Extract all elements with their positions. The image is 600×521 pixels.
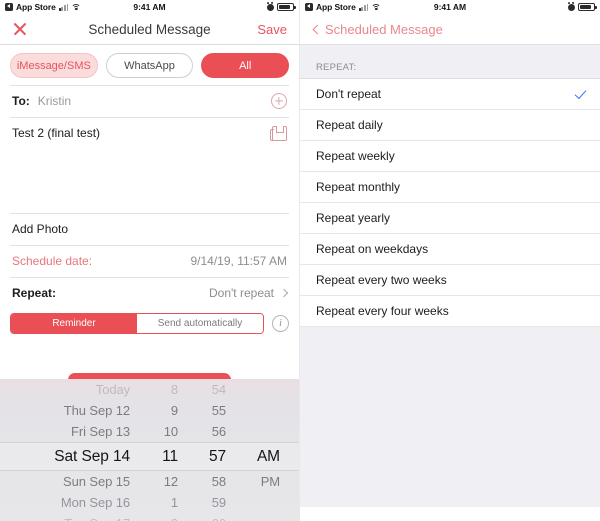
- picker-row[interactable]: Fri Sep 13 10 56: [0, 421, 299, 442]
- chevron-left-icon: [312, 24, 323, 34]
- status-bar-right: [267, 3, 296, 11]
- picker-minute: 55: [211, 403, 226, 418]
- picker-ampm: PM: [260, 474, 280, 489]
- picker-minute: 56: [211, 424, 226, 439]
- schedule-date-label: Schedule date:: [12, 254, 93, 268]
- picker-ampm: AM: [256, 447, 280, 465]
- status-time: 9:41 AM: [433, 2, 467, 12]
- recipient-label: To:: [12, 94, 30, 108]
- list-item-label: Repeat yearly: [316, 211, 391, 225]
- repeat-group-header: REPEAT:: [300, 44, 600, 79]
- repeat-options-screen: App Store 9:41 AM Scheduled Message REPE…: [300, 0, 600, 521]
- picker-rows: Today 8 54 Thu Sep 12 9 55 Fri Sep 13 10: [0, 379, 299, 521]
- recipient-row[interactable]: To: Kristin: [0, 86, 299, 117]
- picker-day: Thu Sep 12: [63, 403, 130, 418]
- back-button[interactable]: Scheduled Message: [310, 22, 443, 37]
- picker-hour: 12: [163, 474, 178, 489]
- chip-all[interactable]: All: [201, 53, 290, 78]
- picker-hour: 8: [170, 382, 178, 397]
- back-label: Scheduled Message: [325, 21, 443, 37]
- picker-minute: 54: [211, 382, 226, 397]
- list-item-label: Repeat every two weeks: [316, 273, 447, 287]
- list-item-label: Don't repeat: [316, 87, 381, 101]
- status-bar: App Store 9:41 AM: [0, 0, 299, 14]
- picker-day: Sun Sep 15: [63, 474, 130, 489]
- navigation-bar: Scheduled Message: [300, 14, 600, 44]
- list-item-label: Repeat on weekdays: [316, 242, 429, 256]
- list-item-label: Repeat monthly: [316, 180, 401, 194]
- save-button[interactable]: Save: [257, 22, 287, 37]
- list-item-repeat-monthly[interactable]: Repeat monthly: [300, 172, 600, 203]
- dual-screen-comparison: App Store 9:41 AM Scheduled Message Save…: [0, 0, 600, 521]
- battery-icon: [277, 3, 296, 11]
- picker-row-selected[interactable]: Sat Sep 14 11 57 AM: [0, 442, 299, 471]
- repeat-row[interactable]: Repeat: Don't repeat: [0, 278, 299, 309]
- list-item-repeat-on-weekdays[interactable]: Repeat on weekdays: [300, 234, 600, 265]
- alarm-clock-icon: [267, 3, 274, 11]
- picker-minute: 58: [211, 474, 226, 489]
- page-title: Scheduled Message: [88, 21, 211, 37]
- close-x-icon[interactable]: [12, 21, 28, 37]
- message-body-row[interactable]: Test 2 (final test): [0, 118, 299, 141]
- plus-circle-icon[interactable]: [271, 93, 287, 109]
- picker-row[interactable]: Thu Sep 12 9 55: [0, 400, 299, 421]
- list-item-repeat-every-four-weeks[interactable]: Repeat every four weeks: [300, 296, 600, 327]
- picker-day: Tue Sep 17: [0, 516, 140, 521]
- picker-minute: 57: [208, 447, 226, 465]
- list-item-repeat-daily[interactable]: Repeat daily: [300, 110, 600, 141]
- scheduled-message-screen: App Store 9:41 AM Scheduled Message Save…: [0, 0, 300, 521]
- picker-minute: 59: [211, 495, 226, 510]
- picker-hour: 10: [163, 424, 178, 439]
- status-bar: App Store 9:41 AM: [300, 0, 600, 14]
- schedule-date-row[interactable]: Schedule date: 9/14/19, 11:57 AM: [0, 246, 299, 277]
- recipient-value[interactable]: Kristin: [38, 94, 263, 108]
- picker-day: Sat Sep 14: [54, 447, 130, 465]
- message-text[interactable]: Test 2 (final test): [12, 126, 264, 140]
- battery-icon: [578, 3, 597, 11]
- add-photo-row[interactable]: Add Photo: [0, 214, 299, 245]
- status-time: 9:41 AM: [133, 2, 166, 12]
- repeat-value: Don't repeat: [209, 286, 274, 300]
- save-template-icon[interactable]: [270, 125, 287, 141]
- list-item-label: Repeat daily: [316, 118, 383, 132]
- list-empty-area: [300, 327, 600, 507]
- picker-row[interactable]: Sun Sep 15 12 58 PM: [0, 471, 299, 492]
- date-time-picker[interactable]: Today 8 54 Thu Sep 12 9 55 Fri Sep 13 10: [0, 379, 299, 521]
- repeat-options-list: Don't repeat Repeat daily Repeat weekly …: [300, 79, 600, 327]
- picker-hour: 9: [170, 403, 178, 418]
- delivery-mode-toggle: Reminder Send automatically: [10, 313, 264, 334]
- delivery-mode-row: Reminder Send automatically i: [0, 309, 299, 334]
- picker-hour: 2: [140, 516, 178, 521]
- picker-day: Fri Sep 13: [71, 424, 130, 439]
- list-item-repeat-weekly[interactable]: Repeat weekly: [300, 141, 600, 172]
- picker-day: Mon Sep 16: [60, 495, 130, 510]
- picker-row[interactable]: Mon Sep 16 1 59: [0, 492, 299, 513]
- picker-hour: 11: [162, 447, 178, 465]
- navigation-bar: Scheduled Message Save: [0, 14, 299, 44]
- picker-row[interactable]: Today 8 54: [0, 379, 299, 400]
- chip-imessage-sms[interactable]: iMessage/SMS: [10, 53, 98, 78]
- status-bar-right: [568, 3, 597, 11]
- repeat-label: Repeat:: [12, 286, 57, 300]
- info-circle-icon[interactable]: i: [272, 315, 289, 332]
- list-item-repeat-every-two-weeks[interactable]: Repeat every two weeks: [300, 265, 600, 296]
- list-item-repeat-yearly[interactable]: Repeat yearly: [300, 203, 600, 234]
- picker-hour: 1: [170, 495, 178, 510]
- checkmark-icon: [574, 86, 587, 99]
- picker-row[interactable]: Tue Sep 17 2 00: [0, 513, 299, 521]
- chip-whatsapp[interactable]: WhatsApp: [105, 53, 194, 78]
- list-item-label: Repeat every four weeks: [316, 304, 449, 318]
- alarm-clock-icon: [568, 3, 575, 11]
- chevron-right-icon: [279, 288, 289, 298]
- schedule-date-value: 9/14/19, 11:57 AM: [190, 254, 287, 268]
- toggle-reminder[interactable]: Reminder: [11, 314, 137, 333]
- service-filter-segmented-control: iMessage/SMS WhatsApp All: [0, 45, 299, 85]
- picker-minute: 00: [178, 516, 226, 521]
- picker-day: Today: [95, 382, 130, 397]
- toggle-send-automatically[interactable]: Send automatically: [137, 314, 263, 333]
- list-item-label: Repeat weekly: [316, 149, 395, 163]
- list-item-dont-repeat[interactable]: Don't repeat: [300, 79, 600, 110]
- bottom-overlay-area: Today 8 54 Thu Sep 12 9 55 Fri Sep 13 10: [0, 365, 299, 521]
